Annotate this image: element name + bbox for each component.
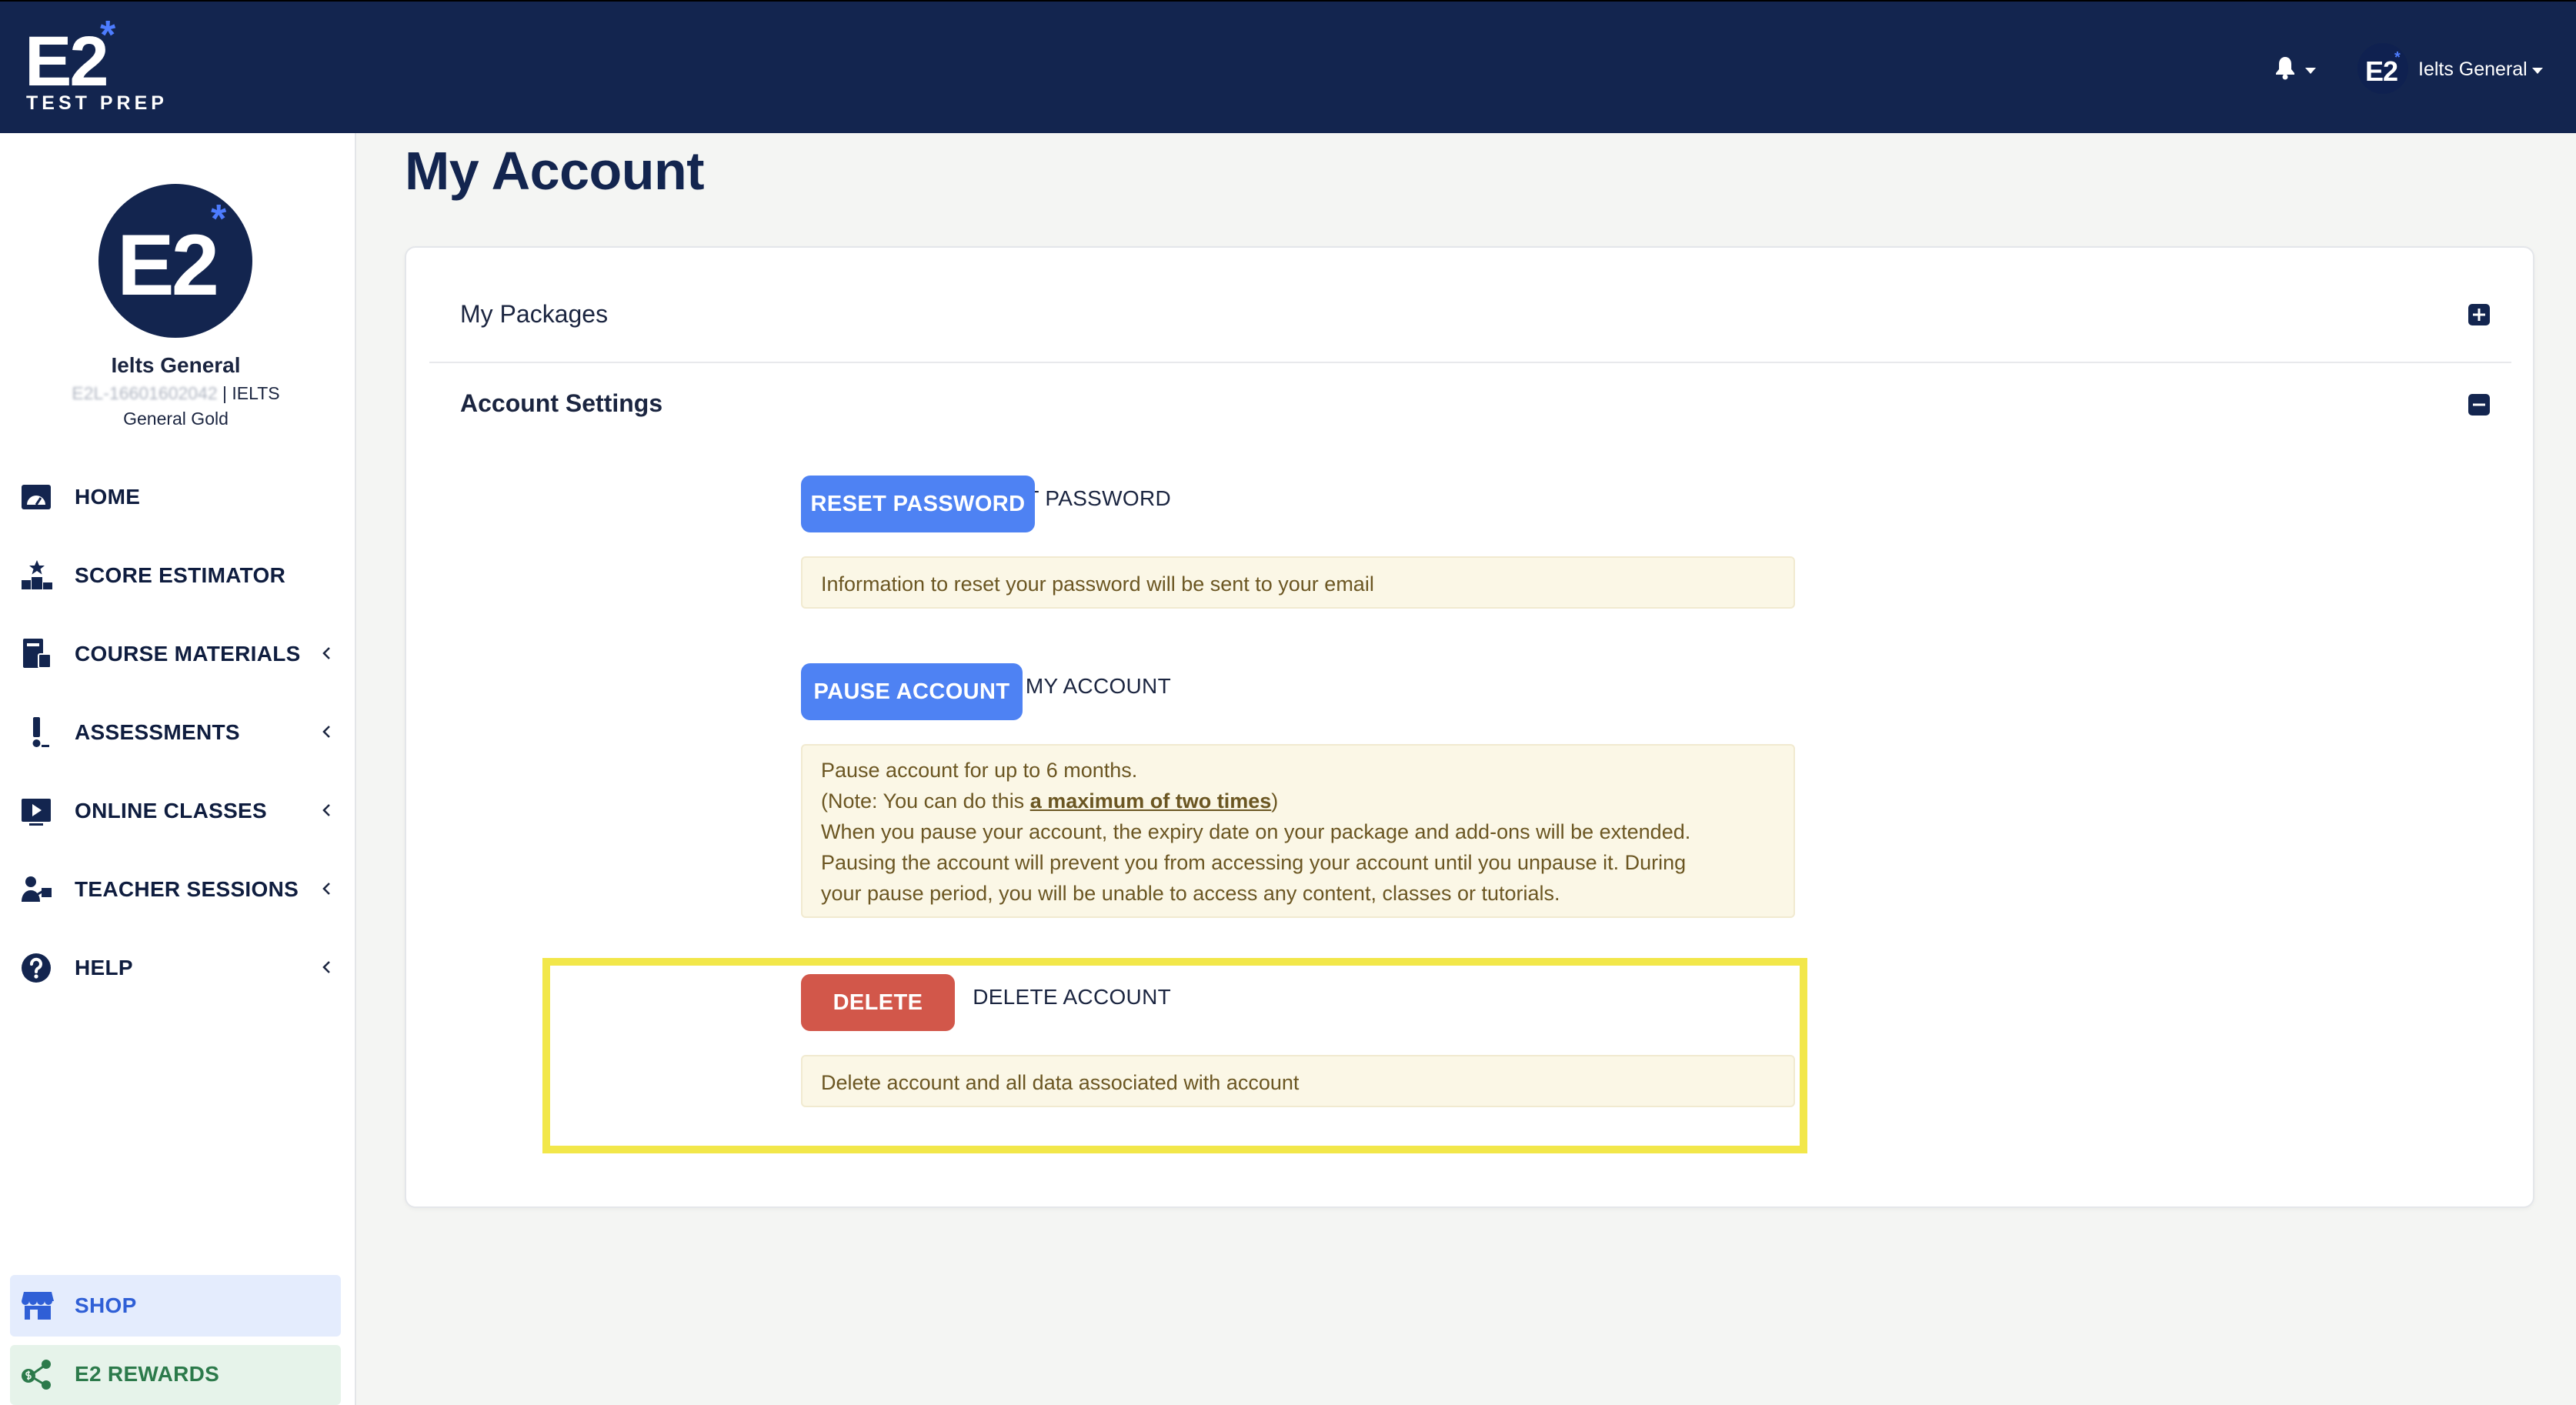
user-avatar-star: *: [2394, 49, 2401, 66]
sidebar-item-assessments[interactable]: ASSESSMENTS: [0, 705, 350, 759]
minus-square-icon[interactable]: [2468, 394, 2490, 415]
sidebar-item-label: ASSESSMENTS: [75, 720, 240, 744]
chevron-left-icon[interactable]: [322, 646, 331, 660]
sidebar-item-home[interactable]: HOME: [0, 469, 350, 523]
logo-star: *: [100, 13, 116, 58]
store-icon: [21, 1289, 55, 1323]
logo-subtitle: TEST PREP: [26, 92, 168, 114]
sidebar-item-online-classes[interactable]: ONLINE CLASSES: [0, 783, 350, 837]
profile-name: Ielts General: [111, 353, 241, 377]
user-menu-name[interactable]: Ielts General: [2418, 58, 2528, 81]
chevron-down-icon[interactable]: [2305, 68, 2316, 74]
logo-mark: E2: [25, 22, 109, 101]
video-play-icon: [20, 794, 54, 828]
sidebar: E2 * Ielts General E2L-16601602042 | IEL…: [0, 133, 356, 1405]
profile-avatar-star: *: [211, 197, 227, 242]
profile-avatar-mark: E2: [117, 217, 219, 313]
plus-square-icon[interactable]: [2468, 304, 2490, 325]
top-navbar: E2 * TEST PREP E2 * Ielts General: [0, 0, 2576, 133]
sidebar-item-shop[interactable]: SHOP: [10, 1275, 341, 1337]
chevron-left-icon[interactable]: [322, 960, 331, 974]
sidebar-item-label: HOME: [75, 485, 141, 509]
teacher-icon: [20, 873, 54, 906]
delete-account-highlight: [542, 958, 1807, 1153]
reset-password-note-text: Information to reset your password will …: [821, 572, 1374, 596]
sidebar-item-course-materials[interactable]: COURSE MATERIALS: [0, 626, 350, 680]
rewards-share-icon: [21, 1357, 55, 1391]
sidebar-item-label: ONLINE CLASSES: [75, 799, 268, 823]
pause-account-button[interactable]: PAUSE ACCOUNT: [801, 663, 1023, 720]
sidebar-item-label: TEACHER SESSIONS: [75, 877, 299, 901]
chevron-down-icon[interactable]: [2532, 68, 2543, 74]
pause-note-text: ): [1271, 789, 1279, 813]
profile-id-suffix: | IELTS: [222, 383, 280, 403]
sidebar-item-teacher-sessions[interactable]: TEACHER SESSIONS: [0, 862, 350, 916]
sidebar-item-label: HELP: [75, 956, 133, 979]
gauge-icon: [20, 480, 54, 514]
page-title: My Account: [405, 141, 705, 201]
reset-password-note: Information to reset your password will …: [801, 556, 1795, 609]
chevron-left-icon[interactable]: [322, 882, 331, 896]
pause-note-line: Pause account for up to 6 months.: [821, 759, 1138, 782]
sidebar-item-label: E2 REWARDS: [75, 1362, 220, 1386]
sidebar-item-label: COURSE MATERIALS: [75, 642, 301, 666]
pause-note-text: (Note: You can do this: [821, 789, 1030, 813]
book-icon: [20, 637, 54, 671]
pause-account-note: Pause account for up to 6 months. (Note:…: [801, 744, 1795, 918]
profile-id: E2L-16601602042 | IELTS: [0, 383, 352, 404]
profile-id-blurred: E2L-16601602042: [72, 383, 218, 403]
section-divider: [429, 362, 2511, 363]
pause-note-line: When you pause your account, the expiry …: [821, 820, 1691, 843]
account-settings-header[interactable]: Account Settings: [460, 389, 662, 418]
exclamation-icon: [20, 716, 54, 749]
question-circle-icon: [20, 951, 54, 985]
profile-plan: General Gold: [123, 409, 229, 429]
sidebar-item-e2-rewards[interactable]: E2 REWARDS: [10, 1345, 341, 1405]
sidebar-item-label: SHOP: [75, 1293, 137, 1317]
bell-icon[interactable]: [2274, 55, 2297, 80]
user-avatar-mark: E2: [2365, 55, 2398, 87]
my-packages-header[interactable]: My Packages: [460, 300, 608, 329]
pause-note-line: Pausing the account will prevent you fro…: [821, 851, 1687, 874]
maximum-two-times-link[interactable]: a maximum of two times: [1030, 789, 1272, 813]
sidebar-item-label: SCORE ESTIMATOR: [75, 563, 286, 587]
sidebar-item-help[interactable]: HELP: [0, 940, 350, 994]
sidebar-item-score-estimator[interactable]: SCORE ESTIMATOR: [0, 548, 350, 602]
user-avatar[interactable]: E2 *: [2357, 43, 2408, 94]
chevron-left-icon[interactable]: [322, 725, 331, 739]
chevron-left-icon[interactable]: [322, 803, 331, 817]
pause-note-line: (Note: You can do this a maximum of two …: [821, 786, 1775, 816]
reset-password-button[interactable]: RESET PASSWORD: [801, 476, 1035, 532]
podium-star-icon: [20, 559, 54, 592]
profile-avatar: E2 *: [98, 184, 252, 338]
pause-note-line: your pause period, you will be unable to…: [821, 882, 1560, 905]
